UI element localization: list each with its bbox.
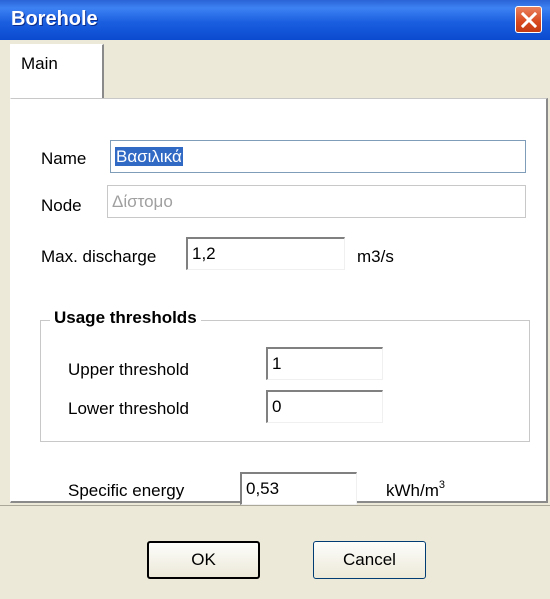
specific-energy-unit-base: kWh/m: [386, 481, 439, 500]
upper-threshold-field[interactable]: 1: [266, 347, 383, 380]
tab-main[interactable]: Main: [10, 44, 104, 99]
tab-main-label: Main: [21, 54, 58, 73]
window-title: Borehole: [11, 8, 98, 30]
specific-energy-field[interactable]: 0,53: [240, 472, 357, 505]
usage-thresholds-title: Usage thresholds: [50, 308, 201, 328]
name-label: Name: [41, 149, 87, 168]
max-discharge-label: Max. discharge: [41, 247, 157, 266]
footer-separator: [0, 505, 550, 506]
max-discharge-unit: m3/s: [357, 247, 394, 266]
specific-energy-unit-sup: 3: [438, 479, 446, 491]
node-label: Node: [41, 196, 82, 215]
lower-threshold-label: Lower threshold: [68, 399, 189, 418]
cancel-button[interactable]: Cancel: [313, 541, 426, 579]
specific-energy-unit: kWh/m3: [386, 479, 446, 501]
lower-threshold-field[interactable]: 0: [266, 390, 383, 423]
ok-button[interactable]: OK: [147, 541, 260, 579]
usage-thresholds-group: [40, 320, 530, 442]
upper-threshold-label: Upper threshold: [68, 360, 189, 379]
title-bar[interactable]: Borehole: [0, 0, 550, 40]
specific-energy-label: Specific energy: [68, 481, 185, 500]
name-field[interactable]: Βασιλικά: [110, 140, 526, 173]
node-field: Δίστομο: [107, 185, 526, 218]
name-value: Βασιλικά: [114, 146, 184, 167]
close-icon: [521, 12, 537, 28]
close-button[interactable]: [515, 6, 542, 33]
max-discharge-field[interactable]: 1,2: [186, 237, 345, 270]
